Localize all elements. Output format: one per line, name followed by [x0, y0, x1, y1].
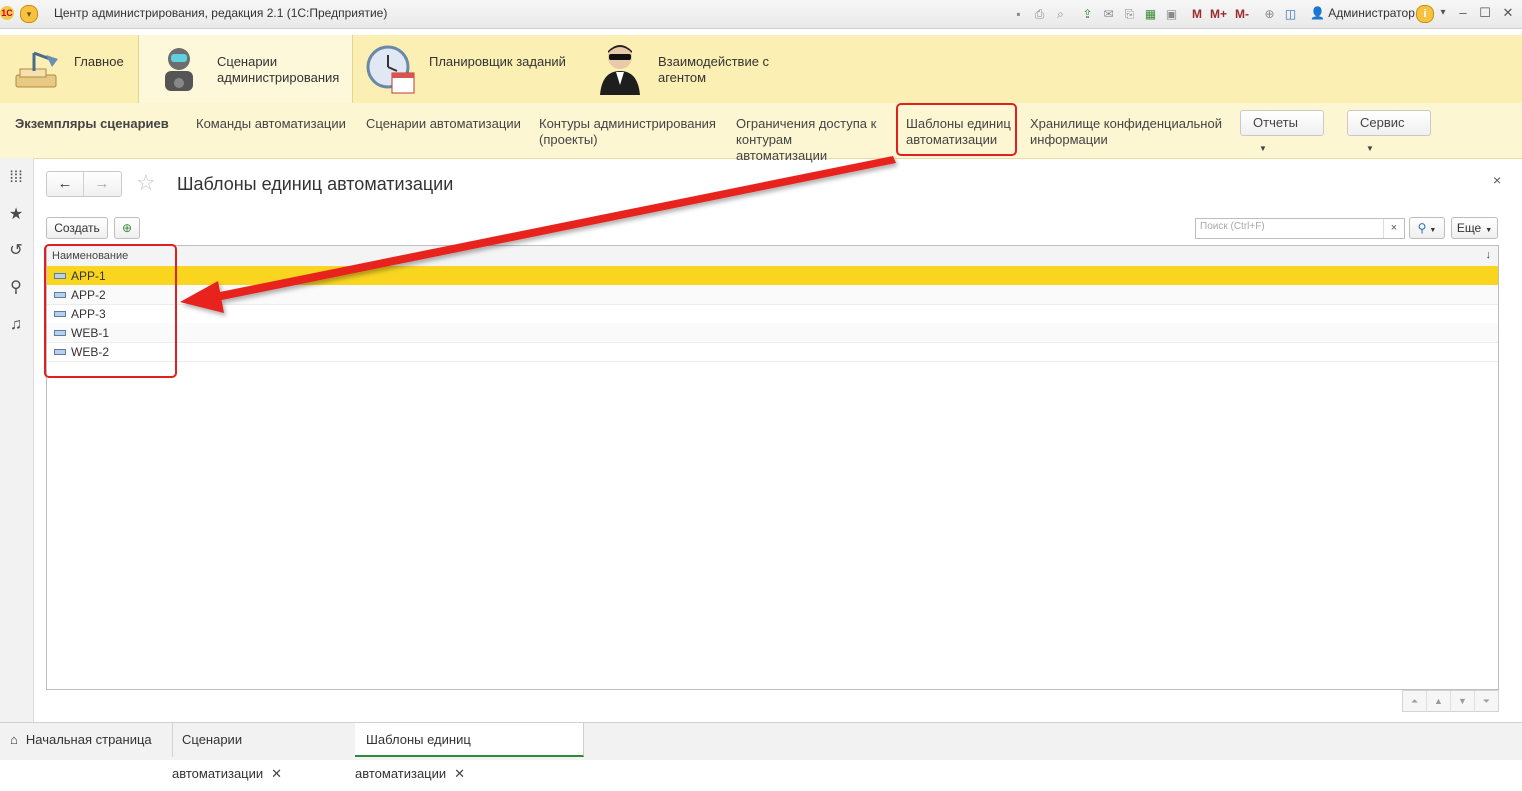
section-admin-scenarios-label: Сценарии администрирования	[217, 54, 340, 85]
chevron-down-icon: ▼	[1485, 227, 1493, 234]
search-icon[interactable]: ⚲	[6, 278, 26, 298]
sort-arrow-icon[interactable]: ↓	[1486, 249, 1492, 261]
copy-add-button[interactable]: ⊕	[114, 217, 140, 239]
table-row[interactable]: WEB-1	[47, 323, 1498, 343]
service-label: Сервис	[1360, 115, 1405, 130]
agent-icon	[600, 45, 640, 95]
form-close-icon[interactable]: ×	[1493, 172, 1501, 188]
section-agent-label: Взаимодействие с агентом	[658, 54, 770, 85]
desk-lamp-icon	[15, 51, 58, 88]
tab-unit-templates[interactable]: Шаблоны единиц автоматизации ✕	[355, 723, 584, 781]
close-tab-icon[interactable]: ✕	[454, 766, 465, 781]
table-scroll-buttons: ⏶ ▲ ▼ ⏷	[1402, 690, 1499, 712]
section-admin-scenarios[interactable]: Сценарии администрирования	[138, 35, 353, 103]
user-name: Администратор	[1328, 6, 1415, 20]
user-icon: 👤	[1310, 6, 1325, 20]
nav-access-restrictions[interactable]: Ограничения доступа к контурам автоматиз…	[736, 116, 886, 164]
nav-automation-commands[interactable]: Команды автоматизации	[196, 116, 346, 132]
chevron-down-icon: ▼	[1259, 144, 1267, 153]
back-arrow-icon[interactable]: ←	[47, 172, 84, 196]
scroll-up-icon[interactable]: ▲	[1427, 691, 1451, 711]
calculator-icon[interactable]: ▦	[1142, 6, 1159, 23]
open-windows-bar: ⌂ Начальная страница Сценарии автоматизац…	[0, 722, 1522, 781]
close-tab-icon[interactable]: ✕	[271, 766, 282, 781]
section-scheduler[interactable]: Планировщик заданий	[352, 35, 582, 103]
forward-arrow-icon[interactable]: →	[84, 172, 120, 196]
section-main-label: Главное	[74, 54, 124, 69]
search-placeholder: Поиск (Ctrl+F)	[1200, 221, 1265, 232]
preview-icon[interactable]: ⌕	[1052, 6, 1069, 23]
search-input[interactable]: Поиск (Ctrl+F) ×	[1195, 218, 1405, 239]
more-label: Еще	[1456, 221, 1482, 235]
print-icon[interactable]: ⎙	[1031, 6, 1048, 23]
sections-panel: Главное Сценарии администрирования Плани…	[0, 35, 1522, 103]
clear-search-icon[interactable]: ×	[1383, 219, 1404, 238]
grid-menu-icon[interactable]: ⁞⁞⁞	[6, 168, 26, 188]
favorite-star-icon[interactable]: ☆	[136, 170, 156, 196]
window-title: Центр администрирования, редакция 2.1 (1…	[54, 6, 388, 20]
zoom-icon[interactable]: ⊕	[1261, 6, 1278, 23]
add-document-icon: ⊕	[121, 221, 133, 235]
chevron-down-icon: ▼	[1366, 144, 1374, 153]
memory-plus-button[interactable]: M+	[1208, 7, 1229, 21]
section-agent[interactable]: Взаимодействие с агентом	[582, 35, 802, 103]
info-dropdown-icon[interactable]: ▾	[1432, 4, 1454, 22]
link-icon[interactable]: ⇪	[1079, 6, 1096, 23]
nav-buttons: ← →	[46, 171, 122, 197]
left-sidebar: ⁞⁞⁞ ★ ↺ ⚲ ♫	[0, 158, 34, 723]
annotation-highlight-rows	[44, 244, 177, 378]
calendar-icon[interactable]: ▣	[1163, 6, 1180, 23]
section-main[interactable]: Главное	[0, 35, 138, 103]
create-button[interactable]: Создать	[46, 217, 108, 239]
memory-button[interactable]: M	[1190, 7, 1204, 21]
nav-automation-scenarios[interactable]: Сценарии автоматизации	[366, 116, 521, 132]
favorites-star-icon[interactable]: ★	[6, 205, 26, 225]
scroll-bottom-icon[interactable]: ⏷	[1475, 691, 1498, 711]
reports-button[interactable]: Отчеты ▼	[1240, 110, 1324, 153]
magnifier-icon: ⚲	[1417, 221, 1427, 235]
toolbar-icons: ▪ ⎙ ⌕ ⇪ ✉ ⎘ ▦ ▣ M M+ M- ⊕ ◫	[1010, 4, 1299, 24]
title-bar: 1С ▾ Центр администрирования, редакция 2…	[0, 0, 1522, 29]
function-panel: Экземпляры сценариев Команды автоматизац…	[0, 103, 1522, 163]
tab-automation-scenarios-label: Сценарии автоматизации	[172, 732, 264, 781]
nav-scenario-instances[interactable]: Экземпляры сценариев	[15, 116, 169, 132]
table-row[interactable]: WEB-2	[47, 342, 1498, 362]
save-icon[interactable]: ▪	[1010, 6, 1027, 23]
app-logo: 1С	[0, 6, 14, 20]
notifications-bell-icon[interactable]: ♫	[6, 315, 26, 335]
user-menu[interactable]: 👤 Администратор	[1310, 6, 1415, 20]
tab-automation-scenarios[interactable]: Сценарии автоматизации ✕	[172, 723, 356, 781]
table-row[interactable]: APP-2	[47, 285, 1498, 305]
chevron-down-icon: ▼	[1429, 227, 1437, 234]
table-row[interactable]: APP-3	[47, 304, 1498, 324]
scroll-top-icon[interactable]: ⏶	[1403, 691, 1427, 711]
service-button[interactable]: Сервис ▼	[1347, 110, 1431, 153]
clock-calendar-icon	[366, 45, 415, 94]
main-menu-icon[interactable]: ▾	[20, 5, 38, 23]
memory-minus-button[interactable]: M-	[1233, 7, 1251, 21]
robot-icon	[165, 48, 193, 91]
minimize-button[interactable]: –	[1452, 4, 1474, 22]
annotation-highlight-nav	[896, 103, 1017, 156]
mail-icon[interactable]: ✉	[1100, 6, 1117, 23]
scroll-down-icon[interactable]: ▼	[1451, 691, 1475, 711]
reports-label: Отчеты	[1253, 115, 1298, 130]
home-icon: ⌂	[10, 732, 18, 747]
form-title: Шаблоны единиц автоматизации	[177, 174, 454, 194]
compare-icon[interactable]: ⎘	[1121, 6, 1138, 23]
close-window-button[interactable]: ✕	[1497, 4, 1519, 22]
history-icon[interactable]: ↺	[6, 241, 26, 261]
maximize-button[interactable]: ☐	[1474, 4, 1496, 22]
more-button[interactable]: Еще ▼	[1451, 217, 1498, 239]
templates-table: Наименование ↓ APP-1 APP-2 APP-3 WEB-1 W…	[46, 245, 1499, 690]
panels-icon[interactable]: ◫	[1282, 6, 1299, 23]
nav-admin-contours[interactable]: Контуры администрирования (проекты)	[539, 116, 719, 148]
search-button[interactable]: ⚲ ▼	[1409, 217, 1445, 239]
table-header[interactable]: Наименование ↓	[47, 246, 1498, 267]
nav-confidential-storage[interactable]: Хранилище конфиденциальной информации	[1030, 116, 1230, 148]
tab-home-label: Начальная страница	[25, 732, 152, 747]
table-row[interactable]: APP-1	[47, 266, 1498, 286]
section-scheduler-label: Планировщик заданий	[429, 54, 566, 69]
tab-home[interactable]: ⌂ Начальная страница	[0, 723, 173, 757]
